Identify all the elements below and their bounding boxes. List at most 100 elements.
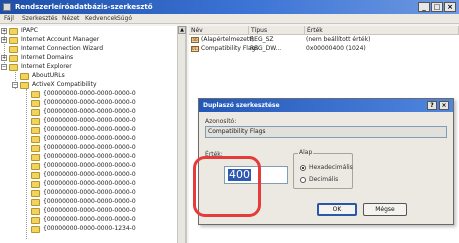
- tree-item[interactable]: AboutURLs: [12, 72, 185, 80]
- folder-icon: [31, 217, 40, 224]
- tree-item[interactable]: + IPAPC: [1, 27, 181, 35]
- folder-icon: [9, 28, 18, 35]
- tree-item[interactable]: Internet Connection Wizard: [1, 45, 181, 53]
- dialog-title: Duplaszó szerkesztése: [199, 99, 453, 112]
- ok-button[interactable]: OK: [317, 203, 357, 216]
- decimal-label[interactable]: Decimális: [309, 176, 338, 183]
- hexadecimal-radio[interactable]: [300, 165, 306, 171]
- tree-item[interactable]: + Internet Domains: [1, 54, 181, 62]
- tree-item-label: {00000000-0000-0000-0000-0: [43, 135, 136, 142]
- expand-icon[interactable]: +: [1, 37, 7, 43]
- dialog-help-button[interactable]: ?: [427, 101, 437, 110]
- minimize-button[interactable]: _: [418, 2, 430, 12]
- folder-icon: [31, 145, 40, 152]
- expand-icon[interactable]: +: [1, 28, 7, 34]
- menu-file[interactable]: Fájl: [4, 15, 14, 22]
- folder-icon: [31, 226, 40, 233]
- tree-item[interactable]: {00000000-0000-0000-0000-0: [23, 144, 185, 152]
- column-type[interactable]: Típus: [249, 26, 305, 35]
- folder-icon: [20, 82, 29, 89]
- maximize-button[interactable]: □: [431, 2, 443, 12]
- tree-item[interactable]: − Internet Explorer: [1, 63, 181, 71]
- key-tree[interactable]: + IPAPC + Internet Account Manager Internet …: [0, 26, 187, 243]
- hexadecimal-label[interactable]: Hexadecimális: [309, 164, 353, 171]
- tree-item[interactable]: {00000000-0000-0000-1234-0: [23, 225, 185, 233]
- tree-item-label: {00000000-0000-0000-0000-0: [43, 153, 136, 160]
- tree-item-label: {00000000-0000-0000-0000-0: [43, 144, 136, 151]
- column-name[interactable]: Név: [189, 26, 249, 35]
- folder-icon: [31, 154, 40, 161]
- window-title: Rendszerleíróadatbázis-szerkesztő: [15, 3, 153, 11]
- tree-item[interactable]: {00000000-0000-0000-0000-0: [23, 171, 185, 179]
- tree-item-label: {00000000-0000-0000-1234-0: [43, 225, 136, 232]
- tree-item-label: {00000000-0000-0000-0000-0: [43, 180, 136, 187]
- tree-item[interactable]: {00000000-0000-0000-0000-0: [23, 207, 185, 215]
- folder-icon: [31, 208, 40, 215]
- tree-item[interactable]: {00000000-0000-0000-0000-0: [23, 180, 185, 188]
- tree-item[interactable]: {00000000-0000-0000-0000-0: [23, 216, 185, 224]
- tree-item-label: {00000000-0000-0000-0000-0: [43, 216, 136, 223]
- tree-item[interactable]: {00000000-0000-0000-0000-0: [23, 90, 185, 98]
- menu-edit[interactable]: Szerkesztés: [22, 15, 58, 22]
- decimal-radio[interactable]: [300, 177, 306, 183]
- value-row-default[interactable]: ab (Alapértelmezett) REG_SZ (nem beállít…: [189, 36, 459, 44]
- column-value[interactable]: Érték: [305, 26, 459, 35]
- dialog-close-button[interactable]: ×: [439, 101, 449, 110]
- tree-item[interactable]: {00000000-0000-0000-0000-0: [23, 198, 185, 206]
- cancel-button[interactable]: Mégse: [363, 203, 407, 216]
- folder-icon: [31, 181, 40, 188]
- tree-item[interactable]: {00000000-0000-0000-0000-0: [23, 108, 185, 116]
- folder-icon: [31, 190, 40, 197]
- folder-icon: [31, 172, 40, 179]
- string-value-icon: ab: [191, 37, 199, 43]
- folder-icon: [9, 46, 18, 53]
- menu-bar: Fájl Szerkesztés Nézet Kedvencek Súgó: [0, 14, 459, 24]
- tree-item-label: {00000000-0000-0000-0000-0: [43, 90, 136, 97]
- close-button[interactable]: ×: [444, 2, 456, 12]
- folder-icon: [20, 73, 29, 80]
- tree-item-label: Internet Explorer: [21, 63, 72, 70]
- tree-item[interactable]: {00000000-0000-0000-0000-0: [23, 99, 185, 107]
- tree-item-label: {00000000-0000-0000-0000-0: [43, 99, 136, 106]
- tree-item[interactable]: + Internet Account Manager: [1, 36, 181, 44]
- value-name: (Alapértelmezett): [201, 36, 254, 43]
- highlight-annotation: [193, 156, 261, 217]
- tree-item[interactable]: {00000000-0000-0000-0000-0: [23, 126, 185, 134]
- value-row-compatibility-flags[interactable]: 011 Compatibility Flags REG_DW... 0x0000…: [189, 45, 459, 53]
- tree-item[interactable]: {00000000-0000-0000-0000-0: [23, 162, 185, 170]
- tree-scrollbar[interactable]: ▲: [177, 26, 186, 243]
- tree-item-label: {00000000-0000-0000-0000-0: [43, 207, 136, 214]
- scroll-up-icon[interactable]: ▲: [178, 26, 186, 34]
- folder-icon: [31, 91, 40, 98]
- tree-item-label: {00000000-0000-0000-0000-0: [43, 162, 136, 169]
- tree-item[interactable]: − ActiveX Compatibility: [12, 81, 185, 89]
- expand-icon[interactable]: +: [1, 55, 7, 61]
- dword-value-icon: 011: [191, 46, 200, 52]
- collapse-icon[interactable]: −: [12, 82, 18, 88]
- value-type: REG_SZ: [250, 36, 274, 43]
- menu-favorites[interactable]: Kedvencek: [85, 15, 118, 22]
- folder-icon: [31, 199, 40, 206]
- value-name-label: Azonosító:: [205, 118, 237, 125]
- folder-icon: [9, 37, 18, 44]
- value-data: 0x00000400 (1024): [306, 45, 366, 52]
- collapse-icon[interactable]: −: [1, 64, 7, 70]
- tree-item[interactable]: {00000000-0000-0000-0000-0: [23, 189, 185, 197]
- menu-help[interactable]: Súgó: [117, 15, 132, 22]
- menu-view[interactable]: Nézet: [62, 15, 79, 22]
- tree-item[interactable]: {00000000-0000-0000-0000-0: [23, 117, 185, 125]
- folder-icon: [9, 55, 18, 62]
- tree-item[interactable]: {00000000-0000-0000-0000-0: [23, 135, 185, 143]
- tree-item[interactable]: {00000000-0000-0000-0000-0: [23, 153, 185, 161]
- value-name-field: Compatibility Flags: [205, 126, 447, 138]
